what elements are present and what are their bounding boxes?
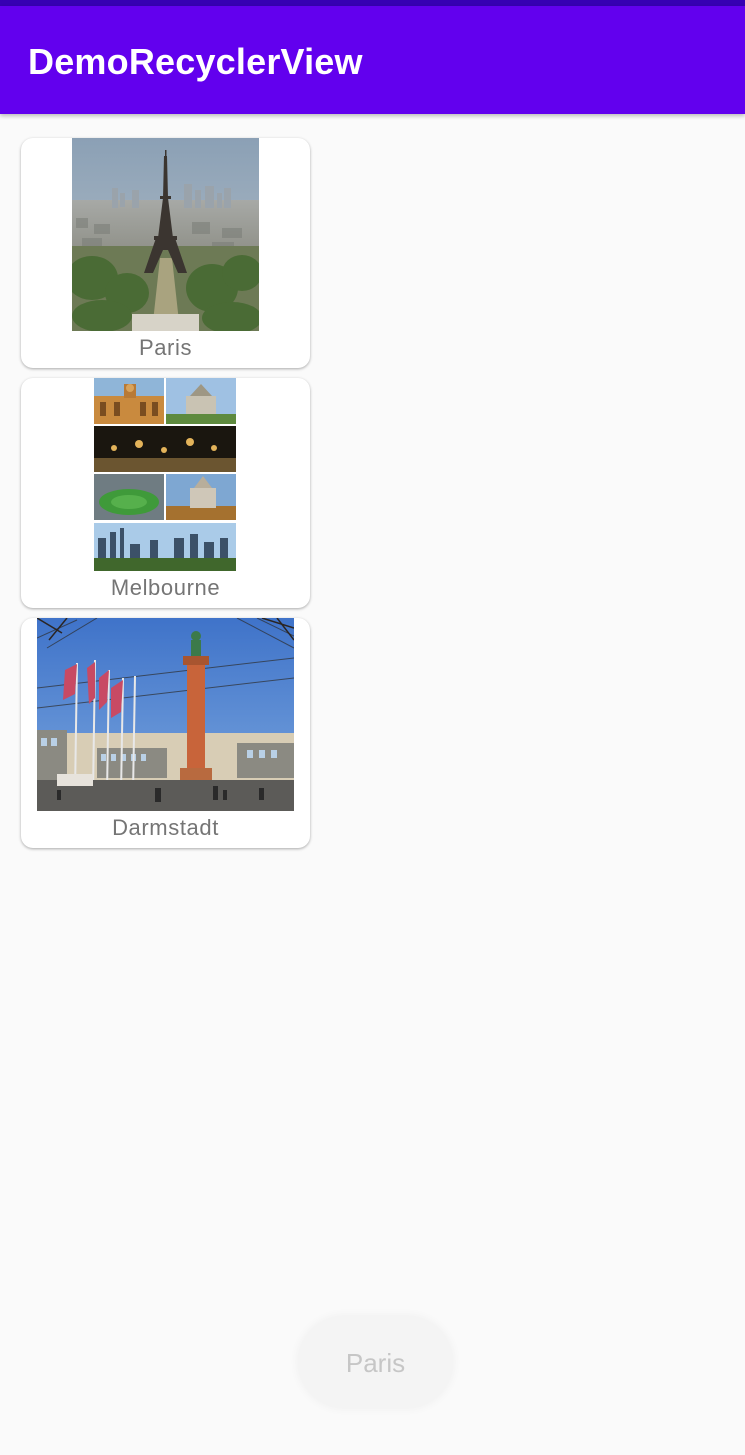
city-card-melbourne[interactable]: Melbourne	[21, 378, 310, 608]
city-card-darmstadt[interactable]: Darmstadt	[21, 618, 310, 848]
app-title: DemoRecyclerView	[28, 41, 363, 82]
toast-text: Paris	[345, 1348, 406, 1378]
app-bar: DemoRecyclerView	[0, 6, 745, 114]
city-card-paris[interactable]: Paris	[21, 138, 310, 368]
city-label: Darmstadt	[112, 815, 219, 840]
eiffel-tower-photo	[72, 138, 259, 331]
toast-message: Paris	[298, 1316, 453, 1408]
darmstadt-square-photo	[37, 618, 294, 811]
city-label: Melbourne	[110, 575, 221, 600]
city-label: Paris	[138, 335, 193, 360]
app-screen: DemoRecyclerView Paris Melbourne Darmsta…	[0, 0, 745, 1455]
melbourne-collage-photo	[94, 378, 236, 571]
